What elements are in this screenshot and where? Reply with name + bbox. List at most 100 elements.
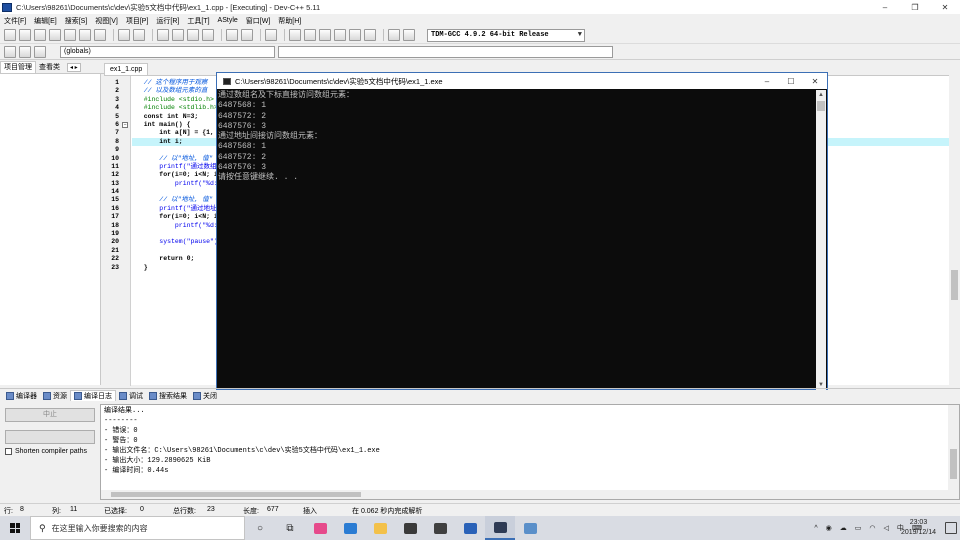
console-output[interactable]: 通过数组名及下标直接访问数组元素： 6487568: 1 6487572: 2 … <box>218 90 816 390</box>
onedrive-icon[interactable]: ☁ <box>840 524 847 532</box>
goto-line-icon[interactable] <box>202 29 214 41</box>
cortana-icon: ○ <box>256 522 264 534</box>
menu-astyle[interactable]: AStyle <box>214 17 242 24</box>
start-button[interactable] <box>0 516 30 540</box>
taskbar-app-mail[interactable] <box>425 516 455 540</box>
editor-scroll-thumb[interactable] <box>951 270 958 300</box>
menu-run[interactable]: 运行[R] <box>152 16 183 26</box>
project-tree[interactable] <box>0 74 101 385</box>
taskbar-app-explorer[interactable] <box>365 516 395 540</box>
goto-declaration-icon[interactable] <box>4 45 16 58</box>
new-file-icon[interactable] <box>4 29 16 41</box>
menu-file[interactable]: 文件[F] <box>0 16 30 26</box>
editor-scrollbar[interactable] <box>949 75 960 385</box>
console-line: 6487576: 3 <box>218 121 267 131</box>
compile-log[interactable]: 编译结果... -------- - 错误：0 - 警告：0 - 输出文件名：C… <box>100 404 960 500</box>
taskbar-clock[interactable]: 23:03 2019/12/14 <box>901 518 936 538</box>
log-hscroll-thumb[interactable] <box>111 492 361 497</box>
notification-center-icon[interactable] <box>945 522 957 534</box>
taskbar-app-other[interactable] <box>515 516 545 540</box>
tab-debug[interactable]: 调试 <box>116 391 146 401</box>
close-file-icon[interactable] <box>64 29 76 41</box>
console-title-bar[interactable]: C:\Users\98261\Documents\c\dev\实验5文档中代码\… <box>217 73 827 89</box>
editor-file-tab[interactable]: ex1_1.cpp <box>104 63 149 75</box>
stop-compile-button[interactable]: 中止 <box>5 408 95 422</box>
code-text: int a[N] = {1, <box>132 129 214 137</box>
menu-view[interactable]: 视图[V] <box>91 16 122 26</box>
console-maximize-button[interactable]: ☐ <box>779 73 803 89</box>
save-icon[interactable] <box>34 29 46 41</box>
bookmark-icon[interactable] <box>265 29 277 41</box>
minimize-button[interactable]: – <box>870 0 900 14</box>
indent-back-icon[interactable] <box>226 29 238 41</box>
find-icon[interactable] <box>157 29 169 41</box>
maximize-button[interactable]: ❐ <box>900 0 930 14</box>
tab-class-view[interactable]: 查看类 <box>36 62 63 72</box>
replace-icon[interactable] <box>172 29 184 41</box>
tab-compiler[interactable]: 编译器 <box>3 391 40 401</box>
redo-icon[interactable] <box>133 29 145 41</box>
taskbar-app-photos[interactable] <box>305 516 335 540</box>
print-icon[interactable] <box>94 29 106 41</box>
shorten-paths-option[interactable]: Shorten compiler paths <box>5 448 87 455</box>
line-number: 4 <box>115 104 119 112</box>
menu-tools[interactable]: 工具[T] <box>183 16 213 26</box>
tab-resources[interactable]: 资源 <box>40 391 70 401</box>
show-hidden-icons-icon[interactable]: ^ <box>814 525 817 532</box>
scroll-up-icon[interactable]: ▲ <box>816 90 826 100</box>
goto-definition-icon[interactable] <box>19 45 31 58</box>
find-next-icon[interactable] <box>187 29 199 41</box>
taskbar-app-devcpp[interactable] <box>455 516 485 540</box>
task-view-button[interactable]: ⧉ <box>275 516 305 540</box>
close-button[interactable]: ✕ <box>930 0 960 14</box>
tab-compile-log[interactable]: 编译日志 <box>70 390 116 401</box>
tab-project-manager[interactable]: 项目管理 <box>0 61 36 73</box>
console-window[interactable]: C:\Users\98261\Documents\c\dev\实验5文档中代码\… <box>216 72 828 390</box>
stop-execution-icon[interactable] <box>364 29 376 41</box>
project-options-icon[interactable] <box>304 29 316 41</box>
console-close-button[interactable]: ✕ <box>803 73 827 89</box>
taskbar-app-store[interactable] <box>395 516 425 540</box>
log-horizontal-scrollbar[interactable] <box>101 490 949 499</box>
menu-search[interactable]: 搜索[S] <box>61 16 92 26</box>
log-vertical-scrollbar[interactable] <box>948 405 959 499</box>
new-project-icon[interactable] <box>289 29 301 41</box>
volume-icon[interactable]: ◁ <box>884 524 889 532</box>
wifi-icon[interactable]: ◠ <box>869 524 875 532</box>
taskbar-app-edge[interactable] <box>335 516 365 540</box>
profile-icon[interactable] <box>403 29 415 41</box>
code-text: printf("通过数组 <box>132 162 217 170</box>
symbol-select[interactable] <box>278 46 613 58</box>
console-scroll-thumb[interactable] <box>817 101 825 111</box>
cortana-button[interactable]: ○ <box>245 516 275 540</box>
console-scrollbar[interactable]: ▲ ▼ <box>816 90 826 390</box>
close-all-icon[interactable] <box>79 29 91 41</box>
menu-project[interactable]: 项目[P] <box>122 16 153 26</box>
class-browser-icon[interactable] <box>319 29 331 41</box>
tab-nav-arrows[interactable]: ◂ ▸ <box>67 62 81 72</box>
indent-forward-icon[interactable] <box>241 29 253 41</box>
insert-icon[interactable] <box>34 45 46 58</box>
tab-search-results[interactable]: 搜索结果 <box>146 391 190 401</box>
log-vscroll-thumb[interactable] <box>950 449 957 479</box>
network-icon[interactable]: ▭ <box>855 524 862 532</box>
console-minimize-button[interactable]: – <box>755 73 779 89</box>
menu-help[interactable]: 帮助[H] <box>274 16 305 26</box>
check-icon[interactable] <box>349 29 361 41</box>
save-all-icon[interactable] <box>49 29 61 41</box>
scope-select[interactable]: (globals) <box>60 46 275 58</box>
compiler-select[interactable]: TDM-GCC 4.9.2 64-bit Release ▼ <box>427 29 585 42</box>
taskbar-app-console[interactable] <box>485 516 515 540</box>
menu-window[interactable]: 窗口[W] <box>242 16 275 26</box>
chart-icon[interactable] <box>388 29 400 41</box>
shorten-paths-checkbox[interactable] <box>5 448 12 455</box>
app-tray-icon[interactable]: ◉ <box>826 524 832 532</box>
open-file-icon[interactable] <box>19 29 31 41</box>
line-number: 22 <box>111 255 119 263</box>
taskbar-search[interactable]: ⚲ 在这里输入你要搜索的内容 <box>30 516 245 540</box>
fold-toggle-icon[interactable]: − <box>122 121 128 128</box>
undo-icon[interactable] <box>118 29 130 41</box>
grid-icon[interactable] <box>334 29 346 41</box>
tab-close[interactable]: 关闭 <box>190 391 220 401</box>
menu-edit[interactable]: 编辑[E] <box>30 16 61 26</box>
